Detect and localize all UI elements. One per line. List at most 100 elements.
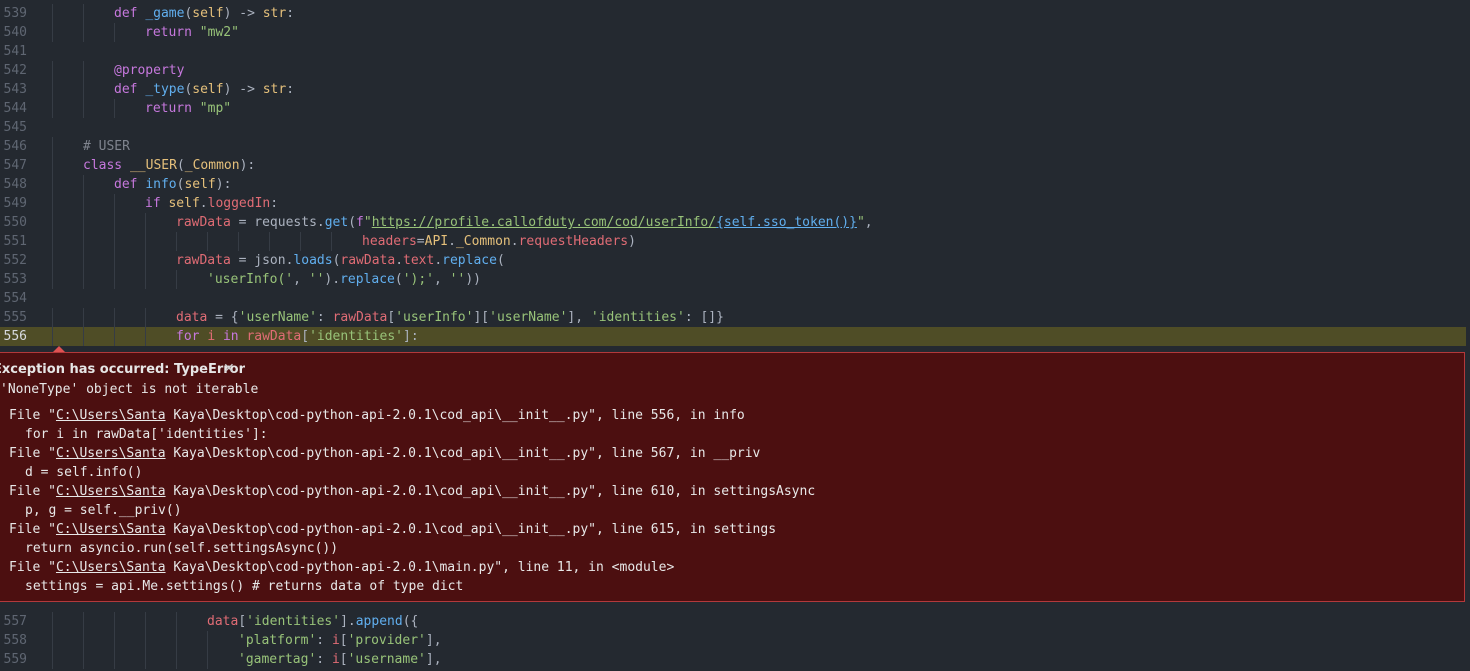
code-text: return "mp" bbox=[145, 99, 231, 118]
code-line[interactable]: 547 class __USER(_Common): bbox=[0, 156, 1466, 175]
indent-guide bbox=[114, 327, 115, 346]
code-token: rawData bbox=[246, 329, 302, 344]
code-token: @property bbox=[114, 63, 185, 78]
code-token: requestHeaders bbox=[518, 234, 629, 249]
code-line[interactable]: 554 bbox=[0, 289, 1466, 308]
code-token: i bbox=[331, 652, 340, 667]
file-path-link[interactable]: C:\Users\Santa bbox=[56, 560, 166, 575]
code-line[interactable]: 540 return "mw2" bbox=[0, 23, 1466, 42]
code-token: i bbox=[207, 329, 223, 344]
code-token: ]: bbox=[403, 329, 419, 344]
line-number: 552 bbox=[3, 253, 27, 268]
code-line[interactable]: 550 rawData = requests.get(f"https://prof… bbox=[0, 213, 1466, 232]
code-line[interactable]: 555 data = {'userName': rawData['userInfo… bbox=[0, 308, 1466, 327]
indent-guide bbox=[83, 612, 84, 631]
code-line[interactable]: 539 def _game(self) -> str: bbox=[0, 4, 1466, 23]
code-token: [ bbox=[387, 310, 396, 325]
indent-guide bbox=[145, 232, 146, 251]
code-line[interactable]: 542 @property bbox=[0, 61, 1466, 80]
code-text: data['identities'].append({ bbox=[207, 612, 418, 631]
code-token: in bbox=[222, 329, 247, 344]
traceback-prefix: File " bbox=[9, 522, 56, 537]
line-number: 542 bbox=[3, 63, 27, 78]
code-token: : bbox=[316, 310, 333, 325]
code-line[interactable]: 548 def info(self): bbox=[0, 175, 1466, 194]
indent-guide bbox=[83, 251, 84, 270]
indent-guide bbox=[52, 156, 53, 175]
code-token: _type bbox=[145, 82, 185, 97]
code-token: " bbox=[363, 215, 372, 230]
indent-guide bbox=[52, 4, 53, 23]
code-token: 'userInfo(' bbox=[207, 272, 294, 287]
code-token: requests. bbox=[254, 215, 325, 230]
traceback-prefix: File " bbox=[9, 560, 56, 575]
code-line[interactable]: 546 # USER bbox=[0, 137, 1466, 156]
code-token: def bbox=[114, 177, 146, 192]
code-line[interactable]: 549 if self.loggedIn: bbox=[0, 194, 1466, 213]
code-line[interactable]: 543 def _type(self) -> str: bbox=[0, 80, 1466, 99]
code-line[interactable]: 552 rawData = json.loads(rawData.text.rep… bbox=[0, 251, 1466, 270]
code-text: 'gamertag': i['username'], bbox=[238, 650, 442, 669]
code-text: def _type(self) -> str: bbox=[114, 80, 294, 99]
indent-guide bbox=[52, 99, 53, 118]
code-line[interactable]: 553 'userInfo(', '').replace(');', '')) bbox=[0, 270, 1466, 289]
code-token: ], bbox=[425, 652, 442, 667]
traceback-location: Kaya\Desktop\cod-python-api-2.0.1\cod_ap… bbox=[165, 446, 761, 461]
file-path-link[interactable]: C:\Users\Santa bbox=[56, 446, 166, 461]
code-token: . bbox=[448, 234, 456, 249]
code-line[interactable]: 557 data['identities'].append({ bbox=[0, 612, 1466, 631]
code-token: replace bbox=[340, 272, 395, 287]
code-token: ]. bbox=[340, 614, 356, 629]
code-token: : bbox=[316, 652, 332, 667]
code-token: ');' bbox=[402, 272, 434, 287]
close-icon[interactable]: ✕ bbox=[223, 361, 235, 377]
code-line[interactable]: 544 return "mp" bbox=[0, 99, 1466, 118]
indent-guide bbox=[145, 327, 146, 346]
line-number: 548 bbox=[3, 177, 27, 192]
code-token: API bbox=[424, 234, 449, 249]
line-number: 539 bbox=[3, 6, 27, 21]
indent-guide bbox=[83, 4, 84, 23]
line-number: 551 bbox=[3, 234, 27, 249]
code-line[interactable]: 559 'gamertag': i['username'], bbox=[0, 650, 1466, 669]
code-token: loggedIn bbox=[207, 196, 271, 211]
traceback-code: for i in rawData['identities']: bbox=[25, 427, 268, 442]
traceback-location: Kaya\Desktop\cod-python-api-2.0.1\cod_ap… bbox=[165, 484, 816, 499]
code-text: if self.loggedIn: bbox=[145, 194, 278, 213]
file-path-link[interactable]: C:\Users\Santa bbox=[56, 484, 166, 499]
code-token: https://profile.callofduty.com/cod/userI… bbox=[371, 215, 717, 230]
code-token: rawData bbox=[332, 310, 388, 325]
indent-guide bbox=[238, 232, 239, 251]
line-number: 541 bbox=[3, 44, 27, 59]
line-number: 546 bbox=[3, 139, 27, 154]
code-token: "mp" bbox=[199, 101, 232, 116]
code-token: 'identities' bbox=[590, 310, 685, 325]
line-number: 547 bbox=[3, 158, 27, 173]
indent-guide bbox=[83, 308, 84, 327]
file-path-link[interactable]: C:\Users\Santa bbox=[56, 522, 166, 537]
code-line[interactable]: 541 bbox=[0, 42, 1466, 61]
indent-guide bbox=[83, 23, 84, 42]
code-line[interactable]: 551 headers=API._Common.requestHeaders) bbox=[0, 232, 1466, 251]
code-token: 'userName' bbox=[489, 310, 568, 325]
line-number: 544 bbox=[3, 101, 27, 116]
indent-guide bbox=[300, 232, 301, 251]
code-token: class bbox=[83, 158, 130, 173]
code-editor[interactable]: 539 def _game(self) -> str: 540 return "mw2… bbox=[0, 0, 1470, 671]
code-token: json. bbox=[254, 253, 294, 268]
code-line[interactable]: 545 bbox=[0, 118, 1466, 137]
traceback-prefix: File " bbox=[9, 446, 56, 461]
indent-guide bbox=[83, 270, 84, 289]
code-token: ). bbox=[324, 272, 341, 287]
indent-guide bbox=[114, 650, 115, 669]
traceback-location: Kaya\Desktop\cod-python-api-2.0.1\cod_ap… bbox=[165, 408, 745, 423]
file-path-link[interactable]: C:\Users\Santa bbox=[56, 408, 166, 423]
code-token: 'userName' bbox=[238, 310, 317, 325]
code-line-current[interactable]: 556 for i in rawData['identities']: bbox=[0, 327, 1466, 346]
code-line[interactable]: 558 'platform': i['provider'], bbox=[0, 631, 1466, 650]
code-token: append bbox=[355, 614, 403, 629]
code-token: return bbox=[145, 25, 200, 40]
code-token: [ bbox=[339, 633, 348, 648]
code-token: 'gamertag' bbox=[238, 652, 317, 667]
code-token: self bbox=[168, 196, 200, 211]
